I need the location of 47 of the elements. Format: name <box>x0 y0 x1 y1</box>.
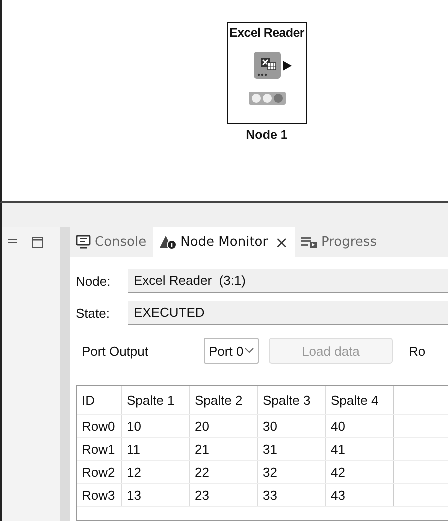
node-title: Excel Reader <box>230 26 304 40</box>
output-port-icon[interactable] <box>282 60 292 70</box>
field-label: State: <box>76 306 111 320</box>
column-header[interactable]: Spalte 1 <box>122 386 190 414</box>
table-cell: 13 <box>122 484 190 506</box>
table-cell: 23 <box>190 484 258 506</box>
table-cell: Row1 <box>77 438 122 460</box>
spreadsheet-node-icon <box>254 52 280 79</box>
column-header[interactable]: Spalte 2 <box>190 386 258 414</box>
progress-icon <box>300 236 318 248</box>
monitor-icon <box>76 235 91 249</box>
table-cell: 21 <box>190 438 258 460</box>
table-cell: 31 <box>258 438 326 460</box>
chevron-down-icon <box>245 348 254 354</box>
tab[interactable]: Progress <box>294 227 383 257</box>
table-cell: 22 <box>190 461 258 483</box>
node-field: Excel Reader (3:1) <box>128 269 448 293</box>
tab[interactable]: Node Monitor × <box>152 227 294 257</box>
node-label: Node 1 <box>246 128 288 142</box>
port-output-label: Port Output <box>81 344 150 358</box>
table-cell: 32 <box>258 461 326 483</box>
table-cell: Row2 <box>77 461 122 483</box>
column-header[interactable]: Spalte 4 <box>326 386 394 414</box>
rows-label: Ro <box>409 344 426 358</box>
port-select[interactable]: Port 0 <box>204 338 259 364</box>
table-cell: 42 <box>326 461 394 483</box>
field-label: Node: <box>76 274 112 288</box>
state-field: EXECUTED <box>128 301 448 325</box>
status-lights <box>248 92 286 105</box>
table-cell: Row3 <box>77 484 122 506</box>
table-cell: 10 <box>122 415 190 437</box>
table-cell: Row0 <box>77 415 122 437</box>
node-frame[interactable]: Excel Reader <box>227 22 307 124</box>
table-cell: 11 <box>122 438 190 460</box>
column-header[interactable]: Spalte 3 <box>258 386 326 414</box>
warning-info-icon <box>158 234 177 250</box>
table-cell: 12 <box>122 461 190 483</box>
table-cell: 30 <box>258 415 326 437</box>
maximize-icon[interactable] <box>32 237 43 248</box>
tab[interactable]: Console <box>70 227 153 257</box>
table-cell: 40 <box>326 415 394 437</box>
table-cell: 41 <box>326 438 394 460</box>
column-header[interactable]: ID <box>77 386 122 414</box>
table-cell: 20 <box>190 415 258 437</box>
close-icon[interactable]: × <box>275 232 288 252</box>
table-cell: 33 <box>258 484 326 506</box>
table-cell: 43 <box>326 484 394 506</box>
